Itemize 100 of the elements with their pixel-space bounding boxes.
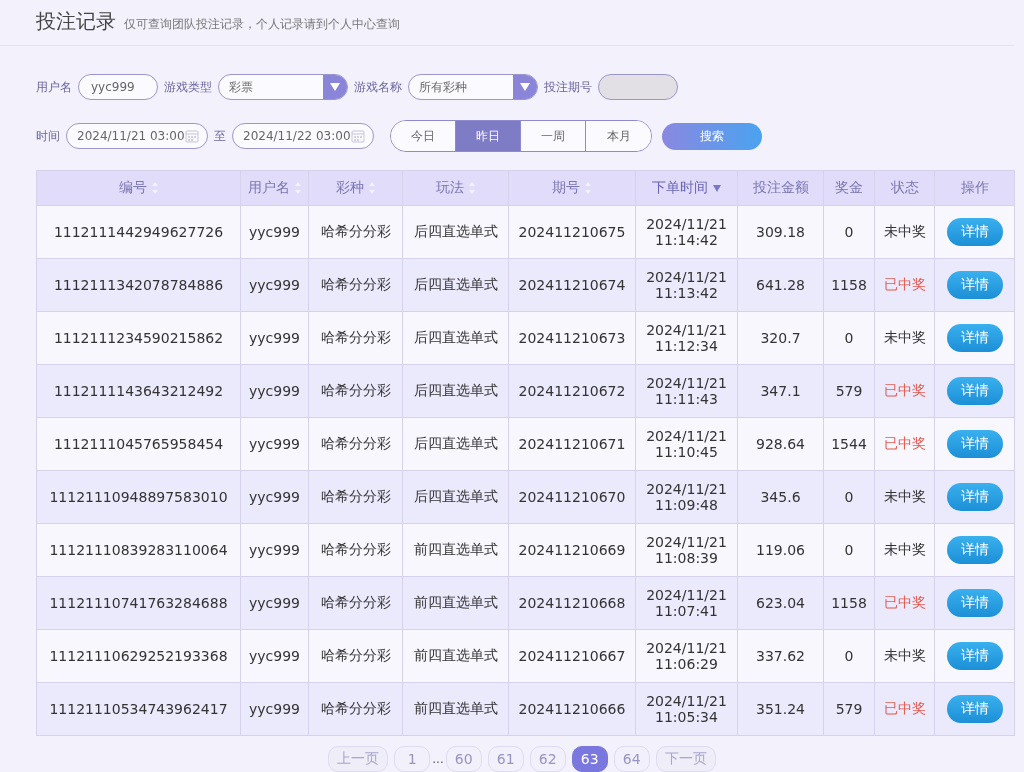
field-label: 投注期号	[544, 78, 592, 96]
table-cell: 哈希分分彩	[308, 311, 403, 365]
table-cell: yyc999	[240, 311, 309, 365]
table-cell: 哈希分分彩	[308, 682, 403, 736]
field-label: 至	[214, 127, 226, 145]
table-cell: 11121110948897583010	[36, 470, 241, 524]
table-cell: 202411210668	[508, 576, 636, 630]
table-cell: 哈希分分彩	[308, 523, 403, 577]
details-button[interactable]: 详情	[946, 536, 1003, 564]
status-cell: 未中奖	[874, 205, 935, 259]
column-header[interactable]: 用户名	[240, 170, 309, 206]
period-tab[interactable]: 一周	[521, 121, 586, 151]
table-cell: 345.6	[737, 470, 824, 524]
status-cell: 未中奖	[874, 523, 935, 577]
table-cell: 337.62	[737, 629, 824, 683]
table-cell: 哈希分分彩	[308, 629, 403, 683]
page-button[interactable]: 64	[613, 746, 650, 772]
table-cell: 后四直选单式	[402, 258, 509, 312]
column-header[interactable]: 期号	[508, 170, 636, 206]
details-button[interactable]: 详情	[946, 589, 1003, 617]
table-cell: 2024/11/21 11:08:39	[635, 523, 738, 577]
game-name-dropdown[interactable]: 所有彩种	[408, 74, 538, 100]
table-cell: yyc999	[240, 417, 309, 471]
table-cell: 1158	[823, 258, 875, 312]
page-button[interactable]: 63	[571, 746, 608, 772]
period-tab[interactable]: 今日	[391, 121, 456, 151]
table-cell: yyc999	[240, 258, 309, 312]
calendar-icon	[185, 129, 199, 143]
table-cell: yyc999	[240, 682, 309, 736]
page-button[interactable]: 60	[445, 746, 482, 772]
details-button[interactable]: 详情	[946, 430, 1003, 458]
field-label: 时间	[36, 127, 60, 145]
status-cell: 已中奖	[874, 576, 935, 630]
details-button[interactable]: 详情	[946, 218, 1003, 246]
page-button[interactable]: 62	[529, 746, 566, 772]
status-cell: 未中奖	[874, 470, 935, 524]
table-cell: 202411210667	[508, 629, 636, 683]
table-cell: 前四直选单式	[402, 523, 509, 577]
details-button[interactable]: 详情	[946, 642, 1003, 670]
table-cell: 2024/11/21 11:13:42	[635, 258, 738, 312]
table-cell: 哈希分分彩	[308, 258, 403, 312]
table-cell: 202411210666	[508, 682, 636, 736]
details-button[interactable]: 详情	[946, 271, 1003, 299]
table-cell: 2024/11/21 11:07:41	[635, 576, 738, 630]
column-header: 投注金额	[737, 170, 824, 206]
start-date-field[interactable]: 2024/11/21 03:00	[66, 123, 208, 149]
search-button[interactable]: 搜索	[662, 122, 762, 150]
caret-icon[interactable]	[513, 75, 537, 99]
column-header[interactable]: 玩法	[402, 170, 509, 206]
table-cell: 641.28	[737, 258, 824, 312]
column-header[interactable]: 彩种	[308, 170, 403, 206]
username-field[interactable]: yyc999	[78, 74, 158, 100]
period-tab[interactable]: 本月	[586, 121, 651, 151]
details-button[interactable]: 详情	[946, 695, 1003, 723]
table-cell: 11121110629252193368	[36, 629, 241, 683]
game-type-dropdown[interactable]: 彩票	[218, 74, 348, 100]
end-date-field[interactable]: 2024/11/22 03:00	[232, 123, 374, 149]
status-cell: 已中奖	[874, 682, 935, 736]
details-button[interactable]: 详情	[946, 483, 1003, 511]
table-cell: 哈希分分彩	[308, 417, 403, 471]
page-button[interactable]: 61	[487, 746, 524, 772]
table-cell: yyc999	[240, 629, 309, 683]
table-cell: 1158	[823, 576, 875, 630]
table-cell: 928.64	[737, 417, 824, 471]
details-button[interactable]: 详情	[946, 324, 1003, 352]
table-cell: 1112111045765958454	[36, 417, 241, 471]
table-cell: 347.1	[737, 364, 824, 418]
table-cell: yyc999	[240, 523, 309, 577]
field-label: 用户名	[36, 78, 72, 96]
table-cell: 后四直选单式	[402, 311, 509, 365]
table-cell: 2024/11/21 11:11:43	[635, 364, 738, 418]
table-cell: 1112111342078784886	[36, 258, 241, 312]
table-cell: 前四直选单式	[402, 682, 509, 736]
table-cell: 后四直选单式	[402, 470, 509, 524]
table-cell: 202411210670	[508, 470, 636, 524]
table-cell: 2024/11/21 11:14:42	[635, 205, 738, 259]
table-cell: 202411210672	[508, 364, 636, 418]
status-cell: 已中奖	[874, 258, 935, 312]
table-cell: 623.04	[737, 576, 824, 630]
column-header: 奖金	[823, 170, 875, 206]
page-button[interactable]: 1	[394, 746, 431, 772]
details-button[interactable]: 详情	[946, 377, 1003, 405]
page-title: 投注记录	[36, 8, 116, 35]
table-cell: 0	[823, 311, 875, 365]
column-header[interactable]: 编号	[36, 170, 241, 206]
column-header[interactable]: 下单时间	[635, 170, 738, 206]
table-cell: 202411210669	[508, 523, 636, 577]
table-cell: 202411210671	[508, 417, 636, 471]
table-cell: 579	[823, 682, 875, 736]
table-cell: 2024/11/21 11:09:48	[635, 470, 738, 524]
table-cell: 哈希分分彩	[308, 364, 403, 418]
table-cell: 119.06	[737, 523, 824, 577]
table-cell: 0	[823, 470, 875, 524]
table-cell: 2024/11/21 11:06:29	[635, 629, 738, 683]
page-subtitle: 仅可查询团队投注记录，个人记录请到个人中心查询	[124, 16, 400, 33]
caret-icon[interactable]	[323, 75, 347, 99]
period-tab[interactable]: 昨日	[456, 121, 521, 151]
table-cell: 1544	[823, 417, 875, 471]
sort-desc-icon[interactable]	[711, 184, 722, 192]
table-cell: 哈希分分彩	[308, 470, 403, 524]
